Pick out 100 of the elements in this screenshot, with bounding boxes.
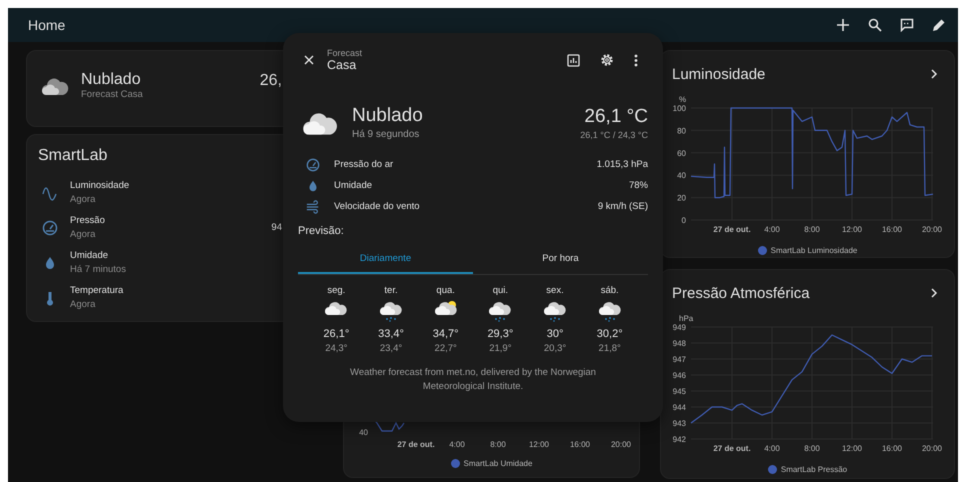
chat-icon[interactable] [900, 18, 914, 32]
entity-name[interactable]: Temperatura [70, 285, 282, 296]
weather-condition: Nublado [352, 105, 424, 127]
entity-time: Agora [70, 229, 96, 240]
more-icon[interactable] [634, 54, 638, 66]
forecast-heading: Previsão: [298, 225, 345, 237]
attribute-value: 1.015,3 hPa [596, 159, 648, 170]
high-temperature: 30° [546, 328, 564, 340]
axis-tick-label: 12:00 [528, 440, 550, 449]
chevron-icon[interactable] [930, 69, 938, 79]
axis-tick-label: 8:00 [804, 225, 820, 234]
card-title: SmartLab [38, 147, 108, 165]
axis-tick-label: 948 [672, 339, 686, 348]
gauge-icon [42, 220, 58, 236]
high-temperature: 33,4° [378, 328, 404, 340]
attribute-label: Umidade [334, 180, 374, 191]
axis-tick-label: 20 [677, 194, 686, 203]
high-temperature: 30,2° [596, 328, 623, 340]
day-label: seg. [327, 285, 346, 296]
attribute-label: Pressão do ar [334, 159, 394, 170]
settings-icon[interactable] [600, 53, 614, 67]
rain-cloud-icon [543, 300, 568, 322]
axis-tick-label: 40 [677, 171, 686, 180]
low-temperature: 23,4° [380, 343, 402, 354]
entity-name[interactable]: Pressão [70, 215, 272, 226]
attribute-value: 9 km/h (SE) [598, 201, 648, 212]
axis-tick-label: 4:00 [449, 440, 465, 449]
attribution-text: Weather forecast from met.no, delivered by the Norwegian Meteorological Institute. [349, 366, 597, 394]
axis-tick-label: 60 [677, 148, 686, 158]
updated-time: Há 9 segundos [352, 129, 420, 140]
axis-tick-label: 942 [672, 435, 686, 444]
high-temperature: 29,3° [487, 328, 514, 340]
axis-tick-label: 27 de out. [397, 440, 435, 449]
attribute-label: Velocidade do vento [334, 201, 421, 212]
axis-tick-label: 100 [672, 104, 686, 113]
day-label: ter. [384, 285, 398, 296]
axis-tick-label: 16:00 [570, 440, 590, 449]
axis-tick-label: 946 [672, 371, 686, 380]
close-icon[interactable] [304, 55, 314, 65]
search-icon[interactable] [868, 18, 882, 32]
legend-dot [758, 246, 767, 254]
legend-label[interactable]: SmartLab Umidade [464, 458, 532, 468]
entity-time: Há 7 minutos [70, 264, 127, 275]
legend-dot [768, 464, 777, 474]
entity-time: Agora [70, 194, 96, 205]
axis-tick-label: 20:00 [922, 444, 942, 453]
axis-tick-label: 944 [672, 403, 686, 412]
page-title: Home [28, 17, 66, 33]
axis-tick-label: 20:00 [922, 225, 942, 234]
temperature-value: 26,1 °C [584, 106, 648, 128]
day-label: qui. [492, 285, 508, 296]
card-title: Pressão Atmosférica [672, 284, 810, 302]
axis-unit: % [679, 95, 686, 104]
legend-dot [450, 458, 460, 468]
axis-tick-label: 12:00 [842, 444, 862, 453]
date-tick-label: 27 de out. [713, 444, 751, 453]
rain-cloud-icon [379, 300, 403, 322]
pencil-icon[interactable] [932, 18, 946, 32]
axis-tick-label: 4:00 [764, 225, 780, 234]
axis-tick-label: 16:00 [882, 444, 902, 453]
high-temperature: 34,7° [432, 328, 459, 340]
forecast-tab[interactable]: Por hora [473, 244, 648, 274]
day-label: qua. [436, 285, 455, 296]
high-temperature: 26,1° [323, 328, 350, 340]
axis-tick-label: 8:00 [490, 440, 506, 449]
temperature-value: 26, [260, 72, 282, 90]
forecast-tab[interactable]: Diariamente [298, 244, 473, 274]
add-icon[interactable] [836, 18, 850, 32]
date-tick-label: 27 de out. [713, 225, 751, 234]
legend-label[interactable]: SmartLab Pressão [780, 464, 848, 474]
axis-tick-label: 943 [672, 419, 686, 428]
axis-tick-label: 16:00 [882, 225, 902, 234]
entity-name[interactable]: Umidade [70, 250, 282, 261]
low-temperature: 21,9° [489, 343, 512, 354]
wind-icon [306, 200, 320, 214]
entity-name[interactable]: Luminosidade [70, 180, 282, 191]
sine-wave-icon [42, 184, 58, 200]
axis-tick-label: 949 [672, 323, 686, 332]
attribute-value: 78% [628, 180, 648, 191]
temperature-range: 26,1 °C / 24,3 °C [580, 130, 648, 140]
axis-tick-label: 945 [672, 387, 686, 396]
weather-condition: Nublado [81, 71, 142, 89]
chevron-icon[interactable] [930, 288, 938, 298]
chart-icon[interactable] [567, 54, 580, 66]
cloud-icon [41, 76, 69, 96]
axis-tick-label: 8:00 [804, 444, 820, 453]
axis-unit: hPa [679, 314, 694, 323]
entity-time: Agora [70, 299, 96, 310]
day-label: sáb. [600, 285, 619, 296]
chart-line [374, 421, 404, 432]
axis-tick-label: 20:00 [610, 440, 632, 449]
axis-tick-label: 947 [672, 355, 686, 364]
entity-value: 94 [271, 222, 282, 233]
low-temperature: 24,3° [325, 343, 348, 354]
day-label: sex. [546, 285, 564, 296]
axis-tick-label: 80 [677, 126, 686, 136]
card-title: Luminosidade [672, 66, 766, 82]
legend-label[interactable]: SmartLab Luminosidade [770, 246, 858, 254]
rain-cloud-icon [488, 300, 512, 322]
gauge-icon [306, 158, 320, 172]
